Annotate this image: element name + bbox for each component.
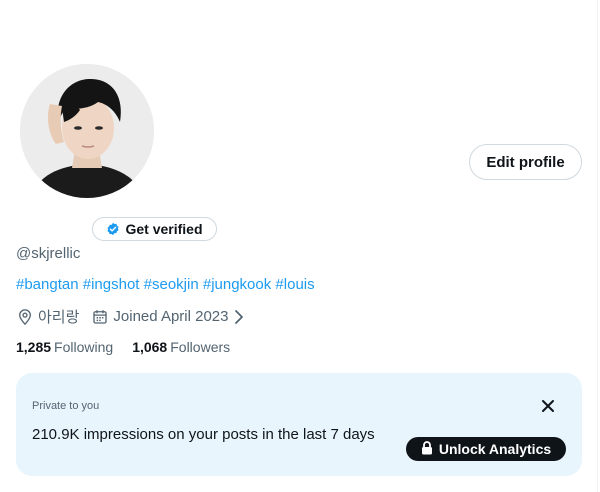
following-label: Following — [54, 339, 114, 355]
private-label: Private to you — [32, 400, 100, 412]
lock-icon — [421, 440, 433, 458]
followers-link[interactable]: 1,068 Followers — [132, 339, 230, 355]
get-verified-label: Get verified — [125, 221, 203, 237]
calendar-icon — [91, 308, 109, 326]
close-icon — [541, 399, 555, 418]
analytics-card: Private to you 210.9K impressions on you… — [16, 373, 582, 476]
joined-text: Joined April 2023 — [113, 308, 229, 325]
followers-label: Followers — [170, 339, 231, 355]
verified-badge-icon — [106, 222, 120, 236]
avatar[interactable] — [20, 64, 154, 198]
hashtag-link[interactable]: #ingshot — [83, 276, 140, 293]
profile-handle: @skjrellic — [16, 245, 81, 262]
followers-count: 1,068 — [132, 339, 168, 355]
profile-meta: 아리랑 Joined April 2023 — [16, 306, 245, 327]
hashtag-link[interactable]: #jungkook — [203, 276, 271, 293]
get-verified-button[interactable]: Get verified — [92, 217, 217, 241]
location-text: 아리랑 — [38, 309, 80, 326]
column-divider — [597, 0, 598, 492]
impressions-text: 210.9K impressions on your posts in the … — [32, 426, 375, 443]
bio-hashtags: #bangtan #ingshot #seokjin #jungkook #lo… — [16, 276, 315, 293]
location-pin-icon — [16, 308, 34, 326]
profile-joined[interactable]: Joined April 2023 — [91, 308, 244, 326]
following-count: 1,285 — [16, 339, 52, 355]
close-button[interactable] — [537, 397, 559, 419]
hashtag-link[interactable]: #louis — [275, 276, 314, 293]
profile-location: 아리랑 — [16, 306, 79, 327]
following-link[interactable]: 1,285 Following — [16, 339, 113, 355]
follow-stats: 1,285 Following 1,068 Followers — [16, 339, 230, 355]
edit-profile-button[interactable]: Edit profile — [469, 144, 582, 180]
chevron-right-icon — [233, 309, 245, 325]
unlock-analytics-label: Unlock Analytics — [438, 441, 552, 457]
unlock-analytics-button[interactable]: Unlock Analytics — [406, 437, 566, 461]
hashtag-link[interactable]: #bangtan — [16, 276, 79, 293]
hashtag-link[interactable]: #seokjin — [144, 276, 199, 293]
